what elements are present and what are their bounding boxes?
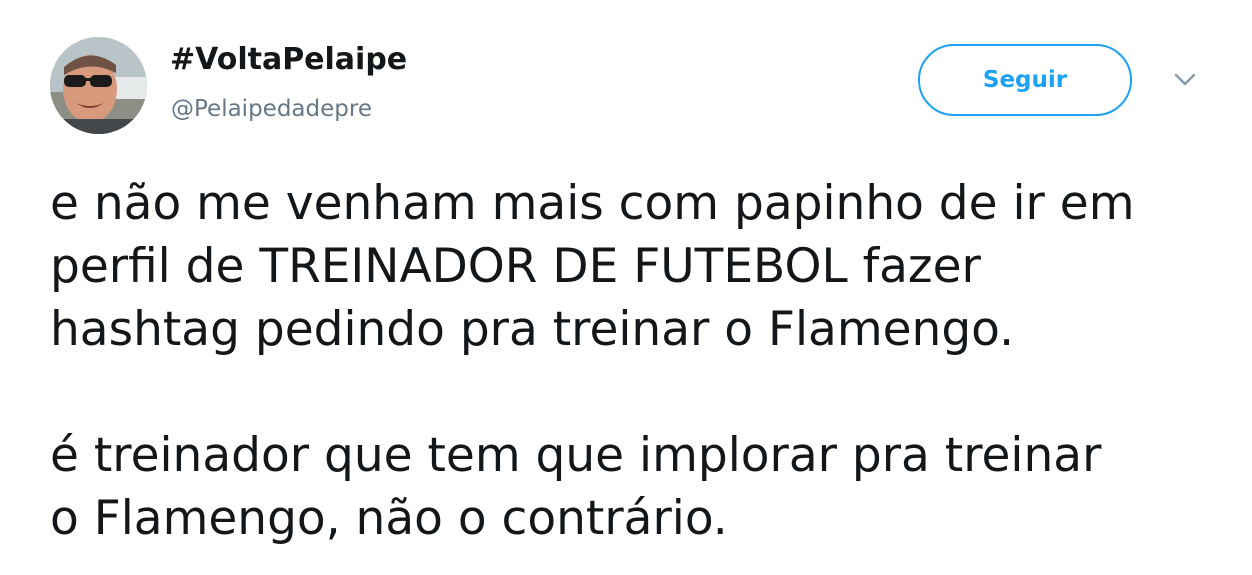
tweet-card: #VoltaPelaipe @Pelaipedadepre Seguir e n… xyxy=(0,0,1252,575)
follow-button[interactable]: Seguir xyxy=(918,44,1132,116)
tweet-text-line: o Flamengo, não o contrário. xyxy=(50,491,728,546)
tweet-text-line: é treinador que tem que implorar pra tre… xyxy=(50,428,1102,483)
tweet-text-line: e não me venham mais com papinho de ir e… xyxy=(50,176,1135,231)
display-name[interactable]: #VoltaPelaipe xyxy=(170,40,407,80)
chevron-down-icon[interactable] xyxy=(1170,70,1200,90)
tweet-text-line: perfil de TREINADOR DE FUTEBOL fazer xyxy=(50,239,981,294)
user-avatar-icon xyxy=(50,37,147,134)
username-handle[interactable]: @Pelaipedadepre xyxy=(171,94,372,124)
avatar[interactable] xyxy=(50,37,147,134)
tweet-text-line: hashtag pedindo pra treinar o Flamengo. xyxy=(50,302,1015,357)
tweet-text: e não me venham mais com papinho de ir e… xyxy=(50,172,1230,550)
